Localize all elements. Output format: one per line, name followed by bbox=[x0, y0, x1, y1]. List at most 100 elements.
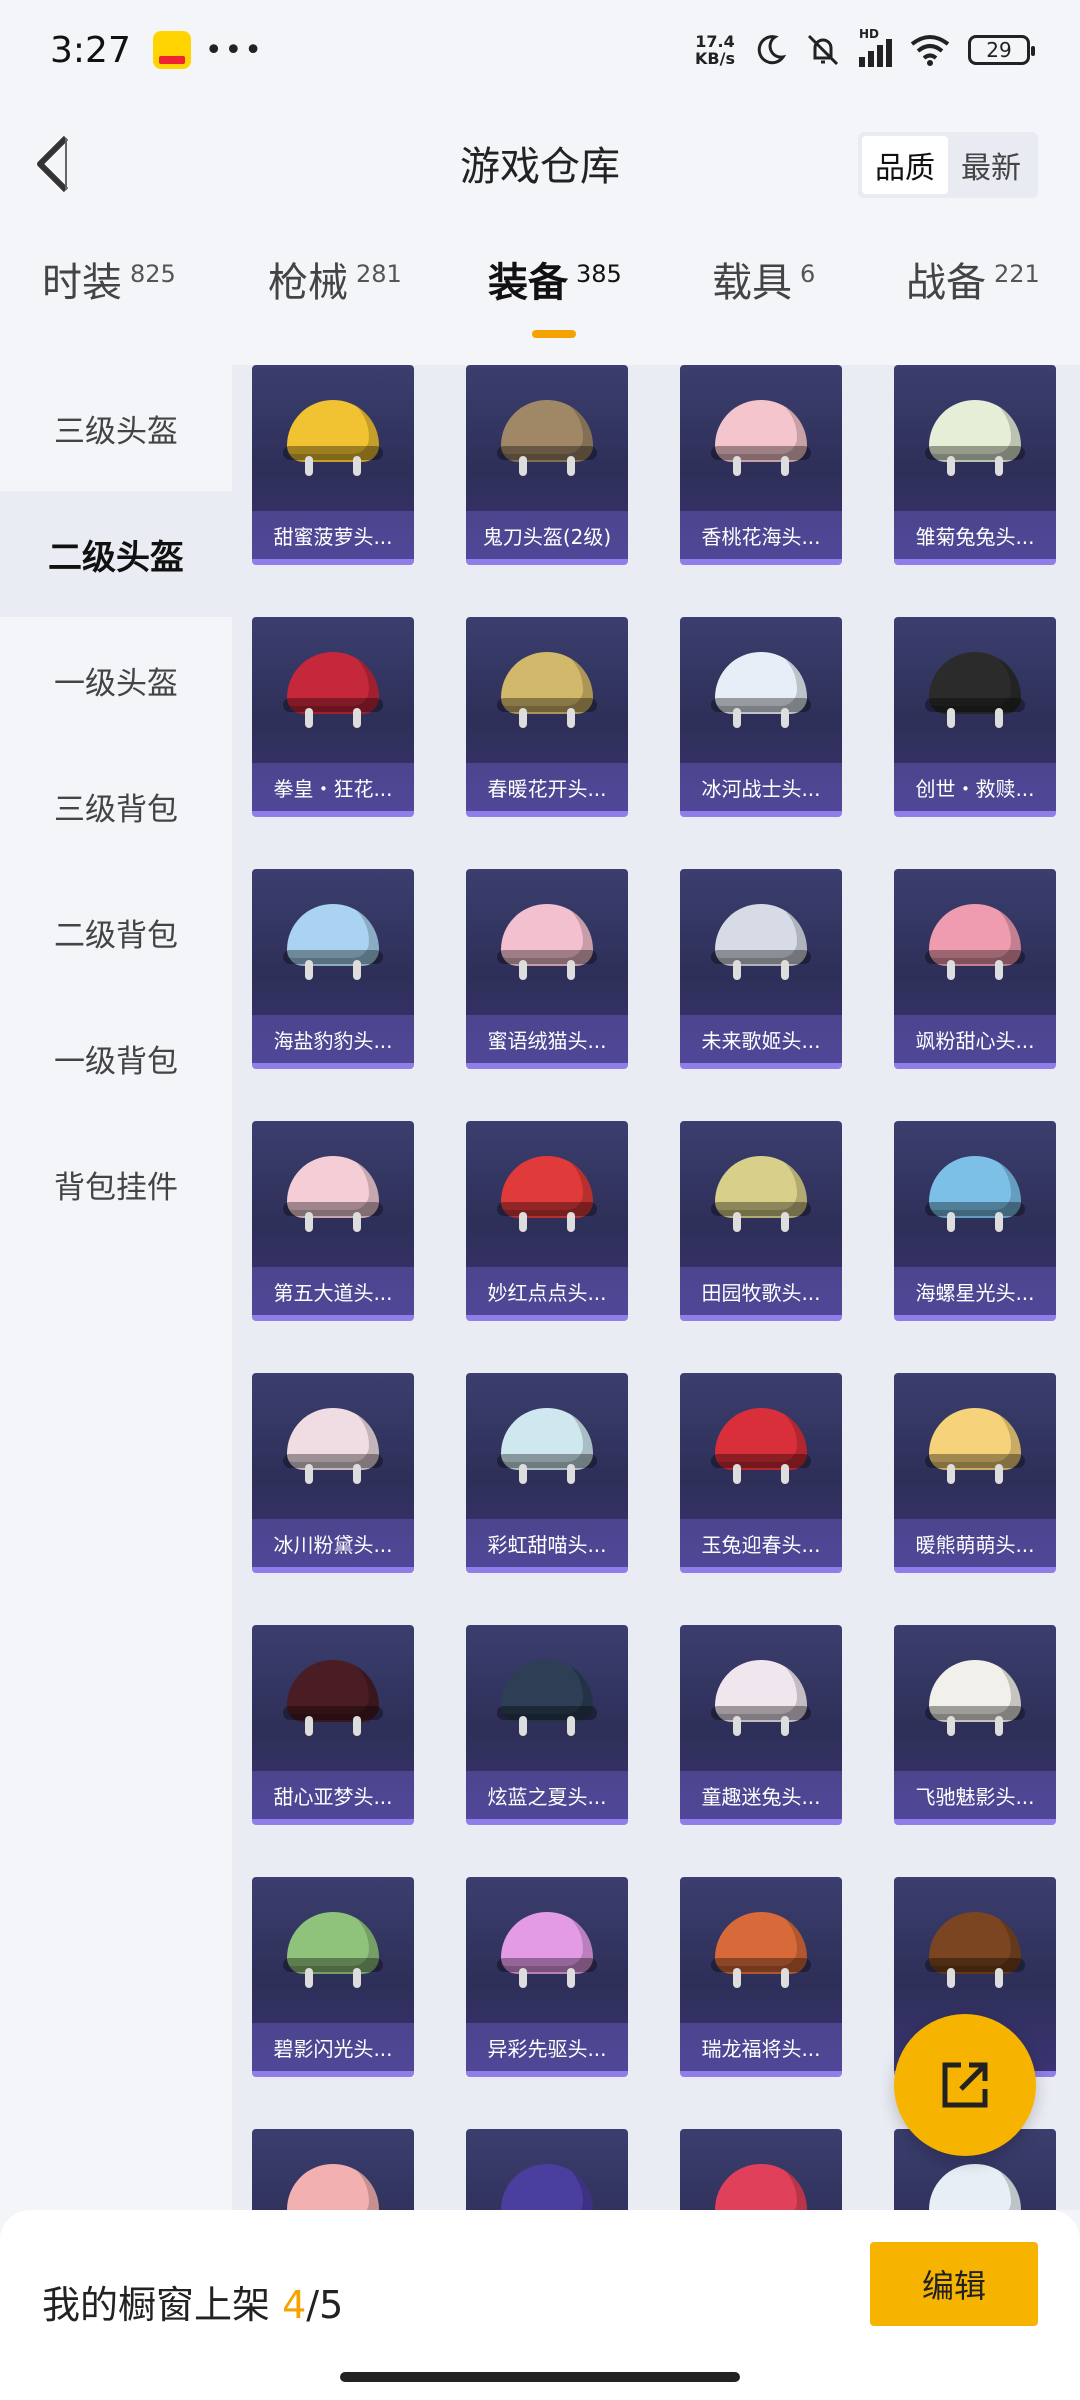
item-card[interactable]: 海盐豹豹头... bbox=[252, 869, 414, 1069]
item-card[interactable]: 拳皇・狂花... bbox=[252, 617, 414, 817]
helmet-icon bbox=[680, 365, 842, 505]
helmet-icon bbox=[894, 365, 1056, 505]
share-icon bbox=[942, 2062, 988, 2108]
helmet-icon bbox=[709, 1146, 813, 1236]
share-button[interactable] bbox=[894, 2014, 1036, 2156]
tab-fashion[interactable]: 时装 825 bbox=[42, 250, 176, 308]
item-name: 春暖花开头... bbox=[466, 763, 628, 811]
item-card[interactable]: 玉兔迎春头... bbox=[680, 1373, 842, 1573]
net-speed-value: 17.4 bbox=[695, 32, 735, 51]
helmet-icon bbox=[709, 390, 813, 480]
item-card[interactable]: 蜜语绒猫头... bbox=[466, 869, 628, 1069]
sort-option-newest[interactable]: 最新 bbox=[948, 136, 1034, 194]
showcase-separator: / bbox=[306, 2283, 320, 2327]
helmet-icon bbox=[495, 1398, 599, 1488]
item-name: 妙红点点头... bbox=[466, 1267, 628, 1315]
item-name: 未来歌姬头... bbox=[680, 1015, 842, 1063]
item-name: 童趣迷兔头... bbox=[680, 1771, 842, 1819]
item-card[interactable] bbox=[466, 2129, 628, 2210]
item-card[interactable]: 海螺星光头... bbox=[894, 1121, 1056, 1321]
helmet-icon bbox=[680, 1625, 842, 1765]
tab-weapons[interactable]: 枪械 281 bbox=[268, 250, 402, 308]
item-card[interactable]: 第五大道头... bbox=[252, 1121, 414, 1321]
helmet-icon bbox=[466, 869, 628, 1009]
helmet-icon bbox=[466, 365, 628, 505]
item-card[interactable] bbox=[680, 2129, 842, 2210]
helmet-icon bbox=[709, 642, 813, 732]
item-name: 玉兔迎春头... bbox=[680, 1519, 842, 1567]
tab-gear[interactable]: 战备 221 bbox=[906, 250, 1040, 308]
helmet-icon bbox=[252, 1625, 414, 1765]
item-card[interactable]: 飒粉甜心头... bbox=[894, 869, 1056, 1069]
status-bar: 3:27 ••• 17.4 KB/s HD 29 bbox=[0, 0, 1080, 100]
net-speed: 17.4 KB/s bbox=[695, 33, 735, 67]
sidebar-item-helmet-lv1[interactable]: 一级头盔 bbox=[0, 617, 232, 743]
item-card[interactable]: 碧影闪光头... bbox=[252, 1877, 414, 2077]
item-card[interactable]: 飞驰魅影头... bbox=[894, 1625, 1056, 1825]
item-card[interactable]: 异彩先驱头... bbox=[466, 1877, 628, 2077]
sidebar-item-backpack-lv3[interactable]: 三级背包 bbox=[0, 743, 232, 869]
helmet-icon bbox=[680, 617, 842, 757]
item-name: 甜蜜菠萝头... bbox=[252, 511, 414, 559]
item-card[interactable]: 甜蜜菠萝头... bbox=[252, 365, 414, 565]
tab-vehicles[interactable]: 载具 6 bbox=[712, 250, 815, 308]
battery-icon: 29 bbox=[968, 35, 1035, 65]
helmet-icon bbox=[923, 1146, 1027, 1236]
tab-equipment[interactable]: 装备 385 bbox=[488, 250, 622, 308]
active-tab-indicator bbox=[532, 330, 576, 338]
item-name: 雏菊兔兔头... bbox=[894, 511, 1056, 559]
item-name: 炫蓝之夏头... bbox=[466, 1771, 628, 1819]
helmet-icon bbox=[252, 2129, 414, 2210]
item-name: 鬼刀头盔(2级) bbox=[466, 511, 628, 559]
item-card[interactable]: 春暖花开头... bbox=[466, 617, 628, 817]
item-name: 拳皇・狂花... bbox=[252, 763, 414, 811]
tab-label: 战备 bbox=[906, 260, 986, 306]
item-grid-area: 甜蜜菠萝头... 鬼刀头盔(2级) 香桃花海头... 雏菊兔兔头... 拳皇・狂花...… bbox=[232, 365, 1080, 2210]
helmet-icon bbox=[680, 1121, 842, 1261]
sidebar-item-backpack-lv1[interactable]: 一级背包 bbox=[0, 995, 232, 1121]
helmet-icon bbox=[252, 617, 414, 757]
item-grid: 甜蜜菠萝头... 鬼刀头盔(2级) 香桃花海头... 雏菊兔兔头... 拳皇・狂花...… bbox=[252, 365, 1056, 2210]
item-card[interactable]: 创世・救赎... bbox=[894, 617, 1056, 817]
tab-label: 载具 bbox=[712, 260, 792, 306]
helmet-icon bbox=[281, 1146, 385, 1236]
item-card[interactable]: 童趣迷兔头... bbox=[680, 1625, 842, 1825]
item-card[interactable]: 冰河战士头... bbox=[680, 617, 842, 817]
item-card[interactable]: 鬼刀头盔(2级) bbox=[466, 365, 628, 565]
helmet-icon bbox=[894, 1625, 1056, 1765]
helmet-icon bbox=[923, 390, 1027, 480]
item-name: 彩虹甜喵头... bbox=[466, 1519, 628, 1567]
tab-count: 825 bbox=[130, 260, 176, 288]
sidebar-item-helmet-lv3[interactable]: 三级头盔 bbox=[0, 365, 232, 491]
helmet-icon bbox=[466, 2129, 628, 2210]
edit-button[interactable]: 编辑 bbox=[870, 2242, 1038, 2326]
item-card[interactable]: 雏菊兔兔头... bbox=[894, 365, 1056, 565]
sidebar-item-backpack-charm[interactable]: 背包挂件 bbox=[0, 1121, 232, 1247]
item-card[interactable]: 甜心亚梦头... bbox=[252, 1625, 414, 1825]
item-card[interactable]: 彩虹甜喵头... bbox=[466, 1373, 628, 1573]
item-card[interactable]: 田园牧歌头... bbox=[680, 1121, 842, 1321]
item-card[interactable]: 香桃花海头... bbox=[680, 365, 842, 565]
tab-count: 281 bbox=[356, 260, 402, 288]
item-card[interactable]: 未来歌姬头... bbox=[680, 869, 842, 1069]
showcase-total: 5 bbox=[319, 2283, 344, 2327]
helmet-icon bbox=[252, 1877, 414, 2017]
item-card[interactable] bbox=[252, 2129, 414, 2210]
sort-option-quality[interactable]: 品质 bbox=[862, 136, 948, 194]
item-card[interactable]: 炫蓝之夏头... bbox=[466, 1625, 628, 1825]
item-card[interactable]: 冰川粉黛头... bbox=[252, 1373, 414, 1573]
helmet-icon bbox=[252, 1373, 414, 1513]
tab-label: 时装 bbox=[42, 260, 122, 306]
item-name: 香桃花海头... bbox=[680, 511, 842, 559]
sidebar-item-helmet-lv2[interactable]: 二级头盔 bbox=[0, 491, 232, 617]
helmet-icon bbox=[894, 617, 1056, 757]
helmet-icon bbox=[252, 869, 414, 1009]
item-card[interactable]: 妙红点点头... bbox=[466, 1121, 628, 1321]
showcase-current: 4 bbox=[282, 2283, 307, 2327]
item-card[interactable]: 暖熊萌萌头... bbox=[894, 1373, 1056, 1573]
item-card[interactable]: 瑞龙福将头... bbox=[680, 1877, 842, 2077]
sidebar-item-backpack-lv2[interactable]: 二级背包 bbox=[0, 869, 232, 995]
item-name: 田园牧歌头... bbox=[680, 1267, 842, 1315]
home-indicator[interactable] bbox=[340, 2372, 740, 2382]
battery-level: 29 bbox=[986, 38, 1012, 62]
